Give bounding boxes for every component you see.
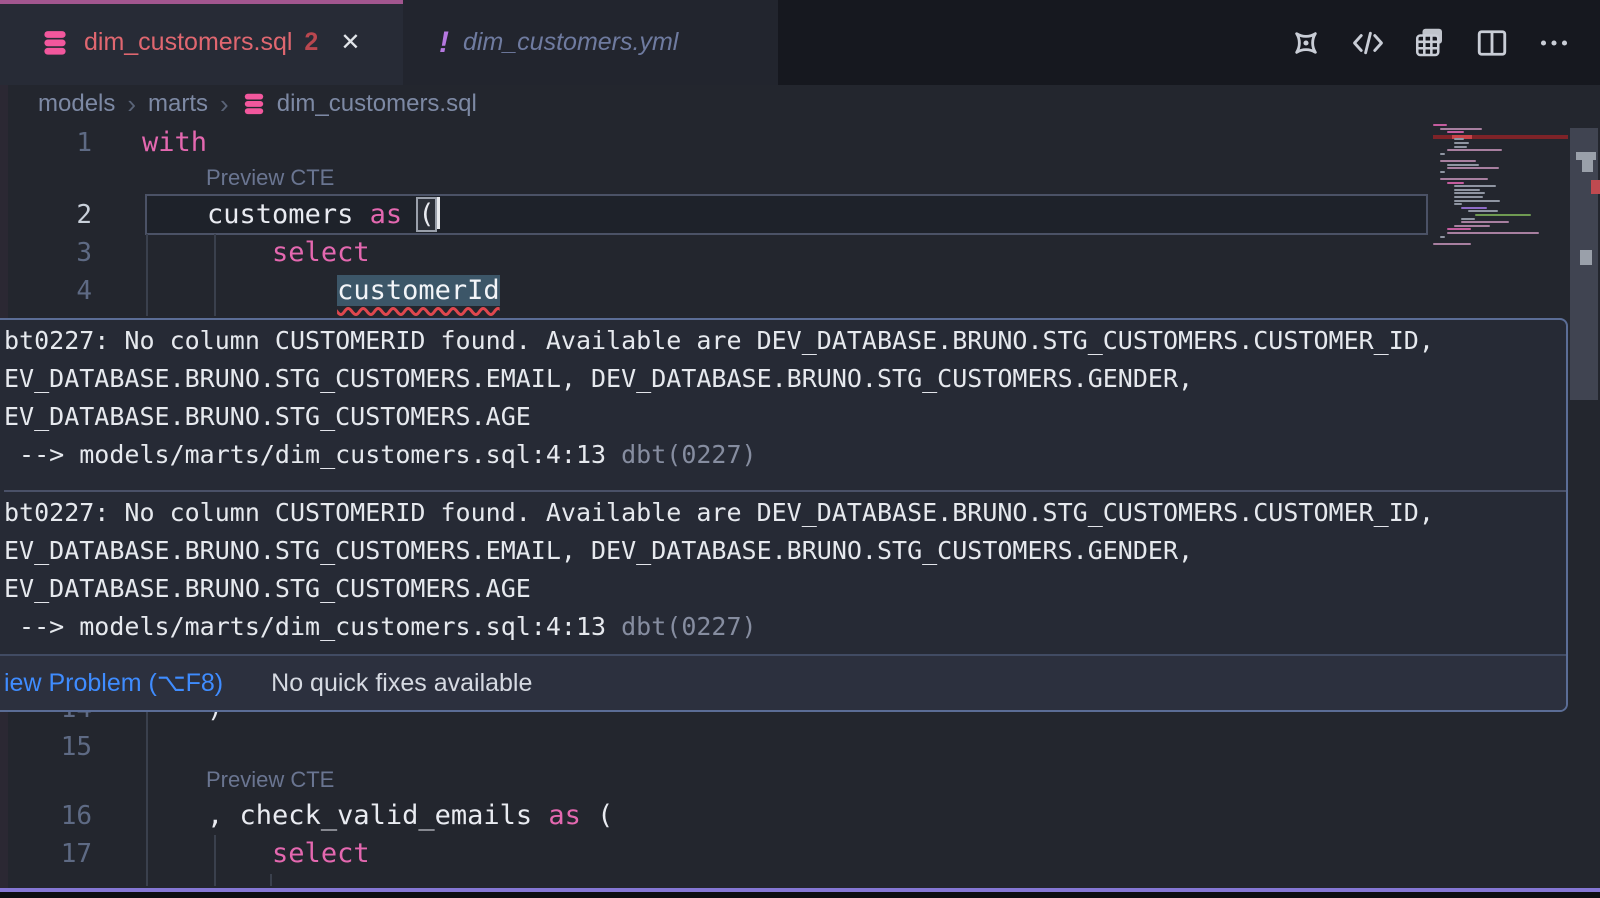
- editor-window: dim_customers.sql 2 ✕ ! dim_customers.ym…: [0, 0, 1600, 898]
- more-actions-icon[interactable]: [1536, 25, 1572, 61]
- minimap-code-line: [1468, 210, 1498, 212]
- database-icon: [40, 28, 70, 58]
- minimap-code-line: [1447, 131, 1464, 133]
- close-icon[interactable]: ✕: [340, 28, 360, 57]
- overview-ruler-marker: [1591, 180, 1600, 194]
- error-text: EV_DATABASE.BRUNO.STG_CUSTOMERS.AGE: [4, 570, 1566, 608]
- tooltip-divider: [4, 490, 1566, 492]
- minimap-code-line: [1461, 207, 1487, 209]
- line-number-17: 17: [0, 835, 92, 873]
- codelens-preview-cte[interactable]: Preview CTE: [206, 163, 334, 193]
- error-location: --> models/marts/dim_customers.sql:4:13 …: [4, 608, 1566, 646]
- error-text: bt0227: No column CUSTOMERID found. Avai…: [4, 494, 1566, 532]
- text-cursor: [437, 197, 440, 229]
- editor-actions: [1288, 0, 1572, 85]
- minimap-code-line: [1447, 182, 1464, 184]
- line-number-16: 16: [0, 797, 92, 835]
- breadcrumb-file-label: dim_customers.sql: [277, 90, 477, 118]
- minimap-code-line: [1440, 171, 1445, 173]
- code-line-17[interactable]: select: [142, 835, 370, 873]
- breadcrumb-file[interactable]: dim_customers.sql: [241, 90, 477, 118]
- error-block-2: bt0227: No column CUSTOMERID found. Avai…: [4, 494, 1566, 646]
- minimap-code-line: [1454, 203, 1462, 205]
- window-bottom-edge: [0, 892, 1600, 898]
- error-code: dbt(0227): [606, 612, 757, 641]
- minimap-code-line: [1447, 228, 1471, 230]
- error-block-1: bt0227: No column CUSTOMERID found. Avai…: [0, 320, 1566, 646]
- error-word-customerid: customerId: [337, 275, 500, 306]
- minimap-code-line: [1454, 200, 1500, 202]
- code-line-4[interactable]: customerId: [142, 272, 500, 310]
- error-hover-tooltip: bt0227: No column CUSTOMERID found. Avai…: [0, 318, 1568, 712]
- minimap-code-line: [1461, 218, 1475, 220]
- overview-ruler-marker: [1576, 152, 1596, 160]
- split-editor-icon[interactable]: [1474, 25, 1510, 61]
- indent-guide: [270, 874, 272, 886]
- breadcrumb: models › marts › dim_customers.sql: [0, 85, 1600, 123]
- code-line-3[interactable]: select: [142, 234, 370, 272]
- minimap-code-line: [1447, 149, 1502, 151]
- tooltip-status-bar: iew Problem (⌥F8) No quick fixes availab…: [0, 654, 1566, 710]
- line-number-4: 4: [0, 272, 92, 310]
- error-text: EV_DATABASE.BRUNO.STG_CUSTOMERS.EMAIL, D…: [4, 360, 1566, 398]
- minimap-code-line: [1440, 178, 1488, 180]
- minimap-code-line: [1454, 138, 1464, 140]
- minimap-code-line: [1454, 192, 1485, 194]
- minimap-code-line: [1440, 128, 1482, 130]
- line-number-1: 1: [0, 124, 92, 162]
- code-line-2[interactable]: customers as (: [142, 196, 440, 234]
- breadcrumb-models[interactable]: models: [38, 90, 115, 118]
- view-problem-link[interactable]: iew Problem (⌥F8): [4, 668, 223, 698]
- codelens-preview-cte[interactable]: Preview CTE: [206, 765, 334, 795]
- error-code: dbt(0227): [606, 440, 757, 469]
- minimap-code-line: [1440, 160, 1476, 162]
- minimap-code-line: [1433, 243, 1471, 245]
- minimap-code-line: [1461, 221, 1509, 223]
- breadcrumb-marts[interactable]: marts: [148, 90, 208, 118]
- code-line-1[interactable]: with: [142, 124, 207, 162]
- minimap-code-line: [1440, 236, 1445, 238]
- overview-ruler-marker: [1580, 250, 1592, 265]
- minimap-code-line: [1454, 146, 1467, 148]
- error-location: --> models/marts/dim_customers.sql:4:13 …: [4, 436, 1566, 474]
- chevron-right-icon: ›: [127, 89, 136, 120]
- code-icon[interactable]: [1350, 25, 1386, 61]
- minimap-code-line: [1454, 225, 1490, 227]
- tab-bar: dim_customers.sql 2 ✕ ! dim_customers.ym…: [0, 0, 1600, 85]
- minimap-code-line: [1454, 185, 1496, 187]
- error-text: bt0227: No column CUSTOMERID found. Avai…: [4, 322, 1566, 360]
- line-number-2: 2: [0, 196, 92, 234]
- database-icon: [241, 91, 267, 117]
- error-text: EV_DATABASE.BRUNO.STG_CUSTOMERS.AGE: [4, 398, 1566, 436]
- error-text: EV_DATABASE.BRUNO.STG_CUSTOMERS.EMAIL, D…: [4, 532, 1566, 570]
- tab-problems-badge: 2: [304, 28, 318, 57]
- minimap-code-line: [1454, 196, 1483, 198]
- copy-table-icon[interactable]: [1412, 25, 1448, 61]
- chevron-right-icon: ›: [220, 89, 229, 120]
- tab-dim-customers-yml[interactable]: ! dim_customers.yml: [403, 0, 778, 85]
- minimap-code-line: [1454, 189, 1480, 191]
- line-number-15: 15: [0, 728, 92, 766]
- minimap-code-line: [1475, 214, 1531, 216]
- code-line-16[interactable]: , check_valid_emails as (: [142, 797, 613, 835]
- minimap[interactable]: [1433, 124, 1568, 324]
- tab-label: dim_customers.sql: [84, 28, 292, 57]
- tab-label: dim_customers.yml: [463, 28, 678, 57]
- dbt-logo-icon[interactable]: [1288, 25, 1324, 61]
- warning-exclamation-icon: !: [439, 26, 449, 60]
- minimap-code-line: [1440, 153, 1445, 155]
- no-quick-fixes-label: No quick fixes available: [271, 669, 532, 698]
- minimap-code-line: [1454, 142, 1469, 144]
- minimap-code-line: [1447, 232, 1539, 234]
- minimap-code-line: [1433, 124, 1447, 126]
- bracket-match-highlight: (: [418, 199, 434, 230]
- tab-dim-customers-sql[interactable]: dim_customers.sql 2 ✕: [0, 0, 403, 85]
- minimap-code-line: [1447, 167, 1499, 169]
- minimap-code-line: [1447, 164, 1479, 166]
- line-number-3: 3: [0, 234, 92, 272]
- overview-ruler-marker: [1582, 160, 1593, 172]
